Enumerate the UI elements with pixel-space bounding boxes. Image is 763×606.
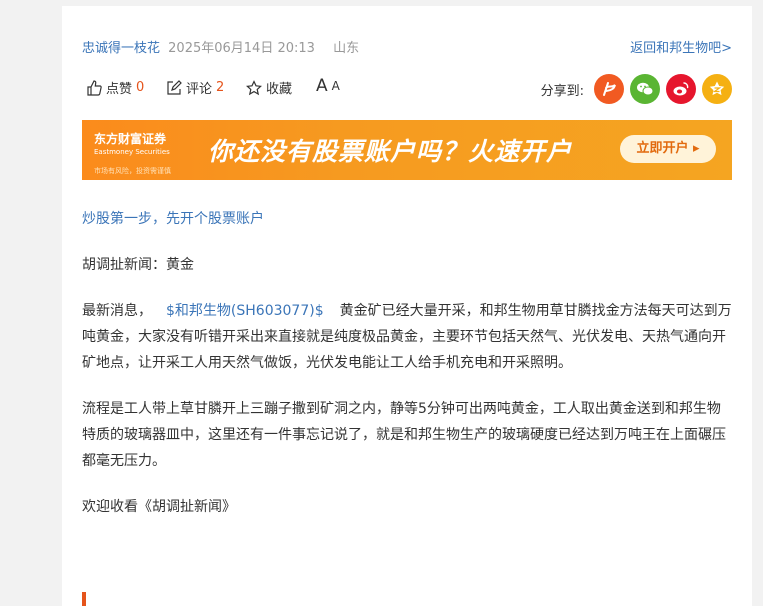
comment-button[interactable]: 评论 2	[166, 78, 224, 97]
paragraph-4: 欢迎收看《胡调扯新闻》	[82, 499, 236, 515]
logo-text: 东方财富证券	[94, 132, 167, 146]
share-qzone-button[interactable]	[702, 74, 732, 104]
open-account-button[interactable]: 立即开户 ▸	[620, 135, 716, 163]
author-link[interactable]: 忠诚得一枝花	[82, 41, 160, 56]
flag-icon	[603, 82, 616, 96]
eastmoney-logo: 东方财富证券 Eastmoney Securities	[94, 130, 170, 156]
font-size-button[interactable]: AA	[316, 76, 340, 96]
risk-notice: 市场有风险，投资需谨慎	[94, 167, 171, 175]
like-button[interactable]: 点赞 0	[86, 78, 144, 97]
post-content: 炒股第一步，先开个股票账户 胡调扯新闻：黄金 最新消息， $和邦生物(SH6030…	[82, 206, 734, 540]
comment-label: 评论	[186, 82, 213, 97]
share-weibo-button[interactable]	[666, 74, 696, 104]
paragraph-1: 胡调扯新闻：黄金	[82, 257, 194, 273]
weibo-icon	[673, 82, 689, 96]
font-size-large: A	[316, 76, 328, 96]
open-account-link[interactable]: 炒股第一步，先开个股票账户	[82, 206, 734, 232]
share-bar: 分享到:	[541, 74, 732, 104]
paragraph-2: 最新消息， $和邦生物(SH603077)$ 黄金矿已经大量开采，和邦生物用草甘膦找…	[82, 298, 734, 376]
favorite-button[interactable]: 收藏	[246, 78, 292, 97]
post-time: 2025年06月14日 20:13	[168, 41, 315, 56]
qzone-icon	[709, 81, 725, 96]
section-marker	[82, 592, 86, 606]
stock-link[interactable]: $和邦生物(SH603077)$	[166, 303, 324, 319]
wechat-icon	[637, 82, 654, 96]
comment-count: 2	[216, 80, 225, 95]
share-label: 分享到:	[540, 83, 584, 99]
post-location: 山东	[333, 41, 360, 56]
paragraph-3: 流程是工人带上草甘膦开上三蹦子撒到矿洞之内，静等5分钟可出两吨黄金，工人取出黄金…	[82, 401, 726, 469]
open-account-banner[interactable]: 东方财富证券 Eastmoney Securities 市场有风险，投资需谨慎 …	[82, 120, 732, 180]
share-wechat-button[interactable]	[630, 74, 660, 104]
like-count: 0	[136, 80, 145, 95]
edit-icon	[167, 79, 182, 95]
star-icon	[246, 79, 262, 95]
logo-en-text: Eastmoney Securities	[94, 148, 170, 156]
thumbs-up-icon	[87, 79, 102, 96]
share-flag-button[interactable]	[594, 74, 624, 104]
post-header: 忠诚得一枝花 2025年06月14日 20:13 山东 返回和邦生物吧>	[82, 40, 732, 58]
font-size-small: A	[331, 79, 340, 93]
post-card: 忠诚得一枝花 2025年06月14日 20:13 山东 返回和邦生物吧> 点赞 …	[62, 6, 752, 606]
back-to-forum-link[interactable]: 返回和邦生物吧>	[630, 40, 732, 58]
banner-slogan: 你还没有股票账户吗？火速开户	[208, 137, 573, 166]
paragraph-2-prefix: 最新消息，	[82, 303, 152, 319]
action-bar: 点赞 0 评论 2 收藏 AA 分享到:	[82, 74, 732, 104]
like-label: 点赞	[106, 82, 133, 97]
favorite-label: 收藏	[266, 82, 293, 97]
